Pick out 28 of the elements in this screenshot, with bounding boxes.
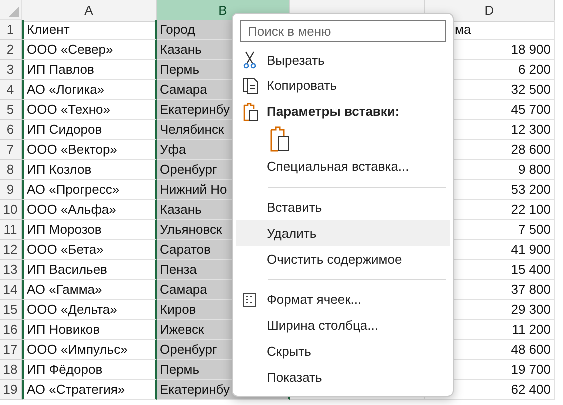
scissors-icon: [243, 51, 257, 70]
column-header[interactable]: D: [425, 0, 555, 22]
paste-icon[interactable]: [270, 126, 290, 152]
format-cells-icon: [243, 292, 256, 307]
row-header[interactable]: 10: [0, 200, 22, 220]
row-header[interactable]: 7: [0, 140, 22, 160]
row-header[interactable]: 2: [0, 40, 22, 60]
row-header[interactable]: 11: [0, 220, 22, 240]
row-header[interactable]: 6: [0, 120, 22, 140]
row-header[interactable]: 3: [0, 60, 22, 80]
row-header[interactable]: 17: [0, 340, 22, 360]
row-header[interactable]: 9: [0, 180, 22, 200]
row-header[interactable]: 1: [0, 20, 22, 40]
row-header[interactable]: 15: [0, 300, 22, 320]
copy-icon: [243, 76, 259, 95]
search-field[interactable]: Поиск в меню: [240, 20, 446, 42]
row-header[interactable]: 5: [0, 100, 22, 120]
row-header[interactable]: 4: [0, 80, 22, 100]
menu-item[interactable]: Удалить: [236, 220, 450, 246]
row-header[interactable]: 19: [0, 380, 22, 400]
row-header[interactable]: 16: [0, 320, 22, 340]
row-header[interactable]: 12: [0, 240, 22, 260]
row-header[interactable]: 14: [0, 280, 22, 300]
row-header[interactable]: 18: [0, 360, 22, 380]
column-header[interactable]: A: [22, 0, 157, 22]
row-header[interactable]: 8: [0, 160, 22, 180]
clipboard-icon: [243, 102, 259, 122]
row-header[interactable]: 13: [0, 260, 22, 280]
